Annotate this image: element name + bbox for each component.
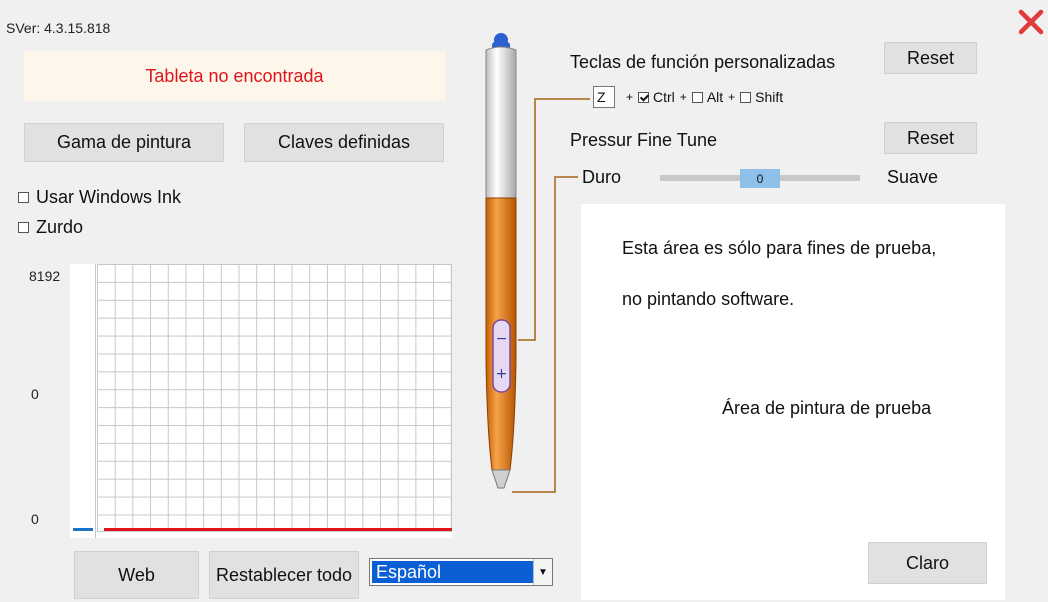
language-select[interactable]: Español ▼ <box>369 558 553 586</box>
paint-range-label: Gama de pintura <box>56 132 192 152</box>
status-text: Tableta no encontrada <box>145 65 324 86</box>
function-key-combo: Z + Ctrl + Alt + Shift <box>593 86 783 108</box>
soft-label: Suave <box>887 167 939 187</box>
left-handed-box[interactable] <box>18 222 29 233</box>
shift-checkbox[interactable] <box>740 91 752 103</box>
pressure-slider-value: 0 <box>756 171 764 186</box>
pressure-tune-title: Pressur Fine Tune <box>570 130 718 150</box>
clear-label: Claro <box>905 552 949 573</box>
pressure-bar-area <box>70 264 96 538</box>
svg-text:−: − <box>496 331 508 347</box>
pen-illustration: − + <box>470 30 530 500</box>
status-message: Tableta no encontrada <box>24 51 445 101</box>
reset-fkeys-label: Reset <box>906 47 955 68</box>
svg-text:+: + <box>496 366 508 382</box>
plus-separator: + <box>679 90 687 104</box>
paint-range-button[interactable]: Gama de pintura <box>24 123 224 162</box>
left-handed-checkbox[interactable]: Zurdo <box>18 217 83 238</box>
chevron-down-icon[interactable]: ▼ <box>533 559 552 585</box>
language-selected: Español <box>372 561 533 583</box>
test-area-label: Área de pintura de prueba <box>722 398 932 418</box>
version-label: SVer: 4.3.15.818 <box>6 20 111 36</box>
reset-tune-label: Reset <box>906 127 955 148</box>
reset-all-button[interactable]: Restablecer todo <box>209 551 359 599</box>
alt-checkbox[interactable] <box>691 91 703 103</box>
windows-ink-label: Usar Windows Ink <box>36 187 182 207</box>
reset-all-label: Restablecer todo <box>215 564 353 585</box>
web-label: Web <box>118 564 155 585</box>
pressure-grid <box>97 264 452 532</box>
alt-label: Alt <box>706 89 724 105</box>
test-area-note-line2: no pintando software. <box>622 289 795 309</box>
reset-fkeys-button[interactable]: Reset <box>884 42 977 74</box>
plus-separator: + <box>626 90 634 104</box>
pressure-slider-thumb[interactable]: 0 <box>740 169 780 188</box>
windows-ink-checkbox[interactable]: Usar Windows Ink <box>18 187 181 208</box>
plus-separator: + <box>728 90 736 104</box>
defined-keys-label: Claves definidas <box>277 132 411 152</box>
defined-keys-button[interactable]: Claves definidas <box>244 123 444 162</box>
left-handed-label: Zurdo <box>36 217 84 237</box>
ctrl-checkbox[interactable] <box>638 91 650 103</box>
test-area-note-line1: Esta área es sólo para fines de prueba, <box>622 238 937 258</box>
pressure-level-indicator <box>73 528 93 531</box>
graph-min-label: 0 <box>31 511 39 527</box>
graph-mid-label: 0 <box>31 386 39 402</box>
web-button[interactable]: Web <box>74 551 199 599</box>
graph-max-label: 8192 <box>29 268 61 284</box>
function-key-input[interactable]: Z <box>593 86 615 108</box>
shift-label: Shift <box>755 89 784 105</box>
function-keys-title: Teclas de función personalizadas <box>570 52 836 72</box>
close-icon[interactable] <box>1014 2 1048 42</box>
hard-label: Duro <box>582 167 622 187</box>
clear-button[interactable]: Claro <box>868 542 987 584</box>
pressure-baseline <box>104 528 452 531</box>
windows-ink-box[interactable] <box>18 192 29 203</box>
reset-tune-button[interactable]: Reset <box>884 122 977 154</box>
ctrl-label: Ctrl <box>653 89 675 105</box>
